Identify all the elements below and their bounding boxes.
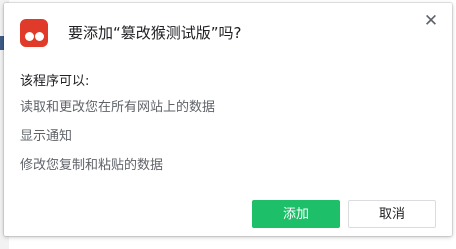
permissions-list: 读取和更改您在所有网站上的数据 显示通知 修改您复制和粘贴的数据	[20, 100, 215, 187]
permission-item: 读取和更改您在所有网站上的数据	[20, 100, 216, 115]
extension-app-icon	[20, 19, 48, 47]
app-icon-right-dot	[35, 32, 44, 41]
dialog-header: 要添加“篡改猴测试版”吗?	[20, 19, 242, 47]
permission-item: 修改您复制和粘贴的数据	[20, 158, 164, 173]
dialog-title: 要添加“篡改猴测试版”吗?	[68, 24, 242, 42]
close-icon[interactable]: ✕	[422, 12, 440, 30]
cancel-button[interactable]: 取消	[348, 200, 436, 228]
app-icon-left-dot	[25, 32, 34, 41]
permissions-heading: 该程序可以:	[20, 74, 90, 89]
add-extension-dialog: 要添加“篡改猴测试版”吗? ✕ 该程序可以: 读取和更改您在所有网站上的数据 显…	[4, 3, 452, 236]
permission-item: 显示通知	[20, 129, 73, 144]
add-button[interactable]: 添加	[252, 200, 340, 228]
